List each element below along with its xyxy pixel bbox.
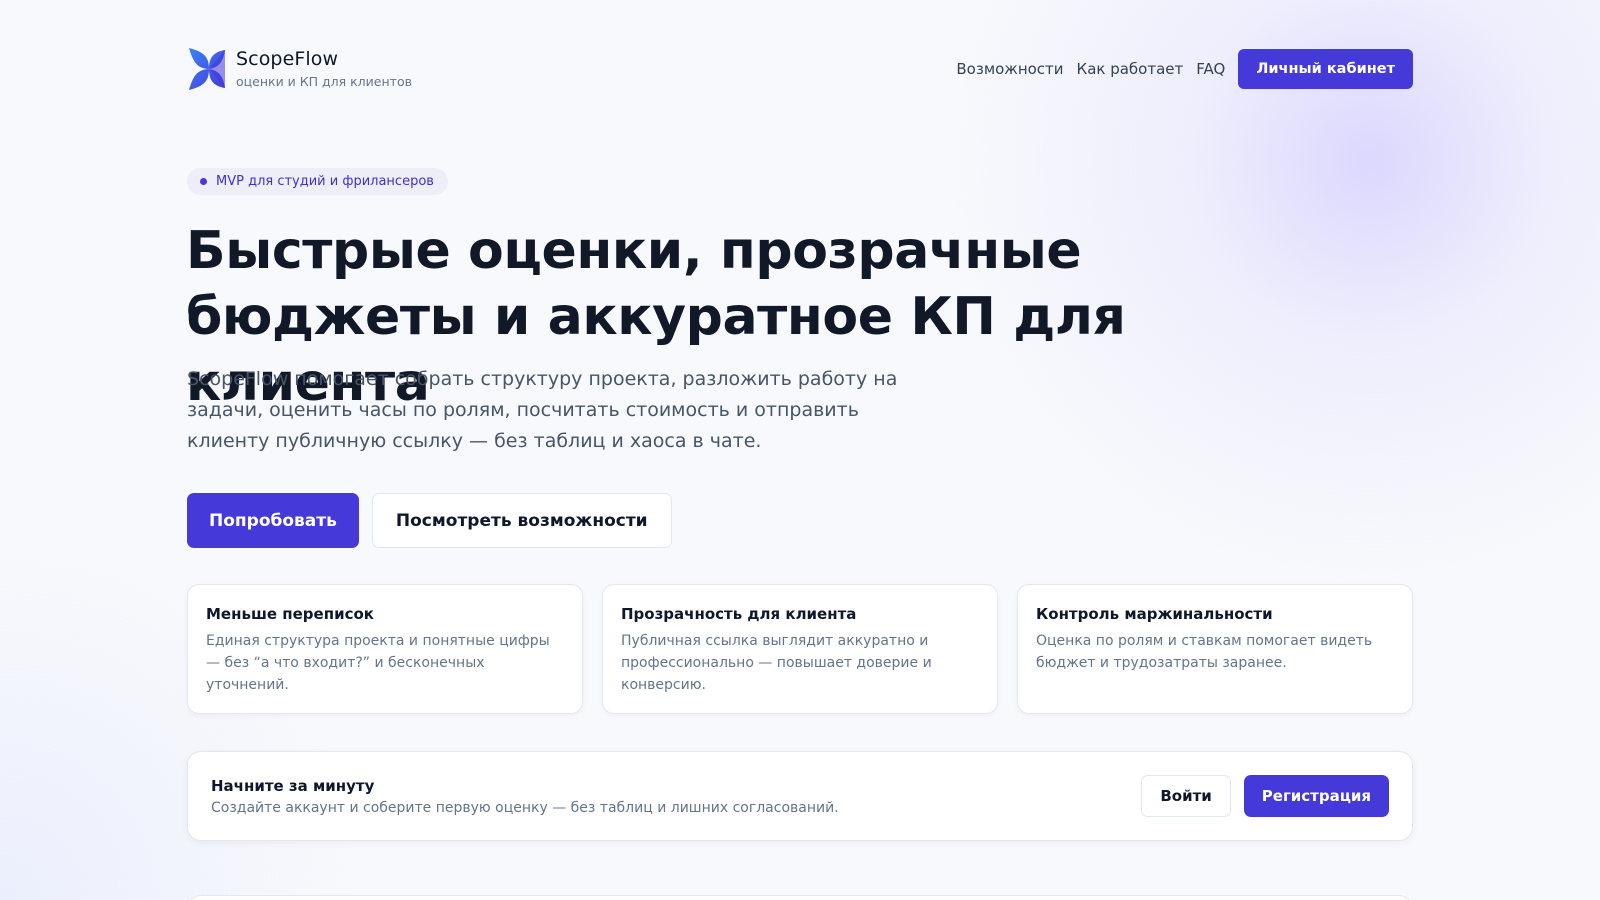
feature-card: Контроль маржинальности Оценка по ролям … — [1017, 584, 1413, 714]
nav-link-features[interactable]: Возможности — [956, 60, 1063, 78]
feature-cards: Меньше переписок Единая структура проект… — [187, 584, 1413, 714]
cta-panel: Начните за минуту Создайте аккаунт и соб… — [187, 751, 1413, 841]
feature-card-text: Единая структура проекта и понятные цифр… — [206, 633, 550, 693]
cta-text: Создайте аккаунт и соберите первую оценк… — [211, 799, 839, 816]
cta-actions: Войти Регистрация — [1141, 775, 1389, 817]
badge-dot-icon — [200, 178, 207, 185]
brand-name: ScopeFlow — [236, 47, 339, 70]
brand-tagline: оценки и КП для клиентов — [236, 73, 412, 89]
feature-card-title: Прозрачность для клиента — [621, 605, 857, 623]
brand[interactable]: ScopeFlow оценки и КП для клиентов — [187, 48, 412, 90]
badge-text: MVP для студий и фрилансеров — [216, 174, 434, 189]
feature-card-title: Меньше переписок — [206, 605, 374, 623]
try-button[interactable]: Попробовать — [187, 493, 359, 548]
feature-card-text: Оценка по ролям и ставкам помогает видет… — [1036, 633, 1373, 671]
hero-badge: MVP для студий и фрилансеров — [187, 168, 448, 195]
scopeflow-logo-icon — [189, 48, 225, 90]
hero-description: ScopeFlow помогает собрать структуру про… — [187, 368, 898, 452]
feature-card: Прозрачность для клиента Публичная ссылк… — [602, 584, 998, 714]
nav-link-faq[interactable]: FAQ — [1196, 60, 1225, 78]
cta-body: Начните за минуту Создайте аккаунт и соб… — [211, 777, 839, 816]
login-button[interactable]: Войти — [1141, 775, 1231, 817]
hero-actions: Попробовать Посмотреть возможности — [187, 493, 672, 548]
main-nav: Возможности Как работает FAQ Личный каби… — [956, 49, 1413, 89]
next-section-card — [187, 895, 1413, 900]
personal-cabinet-button[interactable]: Личный кабинет — [1238, 49, 1413, 89]
cta-title: Начните за минуту — [211, 776, 375, 795]
site-header: ScopeFlow оценки и КП для клиентов Возмо… — [187, 47, 1413, 91]
nav-link-how-it-works[interactable]: Как работает — [1077, 60, 1184, 78]
feature-card-title: Контроль маржинальности — [1036, 605, 1273, 623]
feature-card: Меньше переписок Единая структура проект… — [187, 584, 583, 714]
register-button[interactable]: Регистрация — [1243, 775, 1389, 817]
view-features-button[interactable]: Посмотреть возможности — [371, 493, 672, 548]
feature-card-text: Публичная ссылка выглядит аккуратно и пр… — [621, 633, 932, 693]
